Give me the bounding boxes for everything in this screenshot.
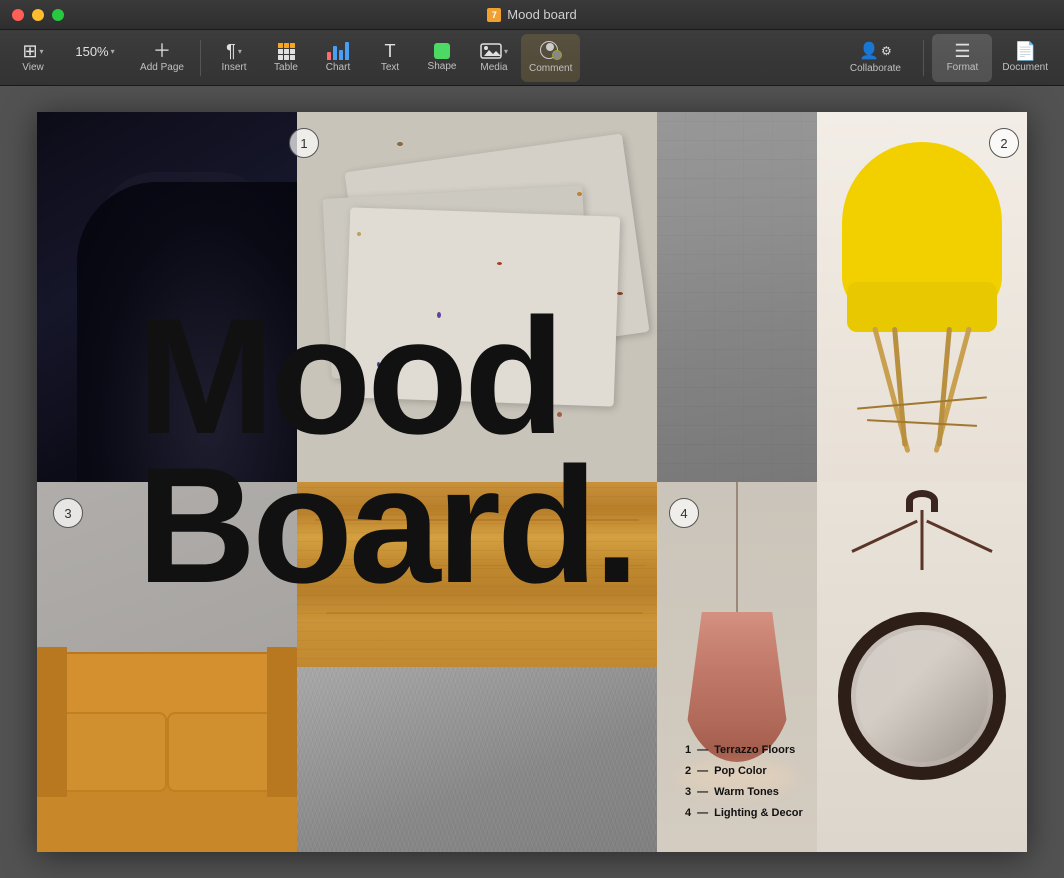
legend-item-3: 3 — Warm Tones <box>685 782 803 803</box>
title-bar: 7 Mood board <box>0 0 1064 30</box>
text-button[interactable]: T Text <box>365 34 415 82</box>
image-wood-fur <box>297 482 657 852</box>
format-button[interactable]: ☰ Format <box>932 34 992 82</box>
add-page-button[interactable]: ＋ Add Page <box>132 34 192 82</box>
canvas-area: 1 — Terrazzo Floors 2 — Pop Color 3 — Wa… <box>0 86 1064 878</box>
insert-icon: ¶ <box>226 42 236 60</box>
image-concrete <box>657 112 817 482</box>
legend-dash-1: — <box>697 740 708 761</box>
legend-text-3: Warm Tones <box>714 782 779 803</box>
chart-icon <box>327 42 349 60</box>
legend-item-4: 4 — Lighting & Decor <box>685 803 803 824</box>
page-number-1: 1 <box>289 128 319 158</box>
insert-button[interactable]: ¶ ▾ Insert <box>209 34 259 82</box>
legend-container: 1 — Terrazzo Floors 2 — Pop Color 3 — Wa… <box>685 740 803 824</box>
legend-text-1: Terrazzo Floors <box>714 740 795 761</box>
table-button[interactable]: Table <box>261 34 311 82</box>
legend-num-4: 4 <box>685 803 691 824</box>
media-button[interactable]: ▾ Media <box>469 34 519 82</box>
minimize-button[interactable] <box>32 9 44 21</box>
legend-dash-3: — <box>697 782 708 803</box>
image-terrazzo <box>297 112 657 482</box>
toolbar-divider-1 <box>200 40 201 76</box>
toolbar: ⊞ ▾ View 150% ▾ . ＋ Add Page ¶ ▾ Insert … <box>0 30 1064 86</box>
zoom-arrow-icon: ▾ <box>111 47 115 56</box>
page-number-3: 3 <box>53 498 83 528</box>
maximize-button[interactable] <box>52 9 64 21</box>
shape-button[interactable]: Shape <box>417 34 467 82</box>
window-controls <box>12 9 64 21</box>
image-wood <box>297 482 657 667</box>
insert-arrow-icon: ▾ <box>238 47 242 56</box>
legend-text-2: Pop Color <box>714 761 767 782</box>
legend-dash-2: — <box>697 761 708 782</box>
close-button[interactable] <box>12 9 24 21</box>
text-icon: T <box>385 42 396 60</box>
table-icon <box>278 43 295 60</box>
legend-num-1: 1 <box>685 740 691 761</box>
legend-dash-4: — <box>697 803 708 824</box>
page-number-4: 4 <box>669 498 699 528</box>
legend-num-2: 2 <box>685 761 691 782</box>
format-icon: ☰ <box>954 42 970 60</box>
zoom-icon: 150% <box>75 45 108 58</box>
page-number-2: 2 <box>989 128 1019 158</box>
view-button[interactable]: ⊞ ▾ View <box>8 34 58 82</box>
document-icon: 📄 <box>1014 42 1036 60</box>
media-icon <box>480 42 502 60</box>
add-page-icon: ＋ <box>153 42 171 60</box>
collaborate-icon: 👤 ⚙ <box>859 41 892 61</box>
legend-num-3: 3 <box>685 782 691 803</box>
page: 1 — Terrazzo Floors 2 — Pop Color 3 — Wa… <box>37 112 1027 852</box>
comment-icon <box>540 41 562 61</box>
image-mirror <box>817 482 1027 852</box>
toolbar-divider-2 <box>923 40 924 76</box>
image-sofa <box>37 482 297 852</box>
image-leather-chair <box>37 112 297 482</box>
collaborate-button[interactable]: 👤 ⚙ Collaborate <box>835 34 915 82</box>
image-fur <box>297 667 657 852</box>
legend-item-2: 2 — Pop Color <box>685 761 803 782</box>
document-button[interactable]: 📄 Document <box>994 34 1056 82</box>
view-icon: ⊞ <box>22 42 37 60</box>
media-arrow-icon: ▾ <box>504 47 508 56</box>
legend-text-4: Lighting & Decor <box>714 803 803 824</box>
zoom-button[interactable]: 150% ▾ . <box>60 34 130 82</box>
image-yellow-chair <box>817 112 1027 482</box>
chart-button[interactable]: Chart <box>313 34 363 82</box>
comment-button[interactable]: Comment <box>521 34 580 82</box>
view-arrow-icon: ▾ <box>40 47 44 56</box>
window-title: 7 Mood board <box>487 7 576 22</box>
legend-item-1: 1 — Terrazzo Floors <box>685 740 803 761</box>
page-grid <box>37 112 1027 852</box>
shape-icon <box>434 43 450 59</box>
app-icon: 7 <box>487 8 501 22</box>
